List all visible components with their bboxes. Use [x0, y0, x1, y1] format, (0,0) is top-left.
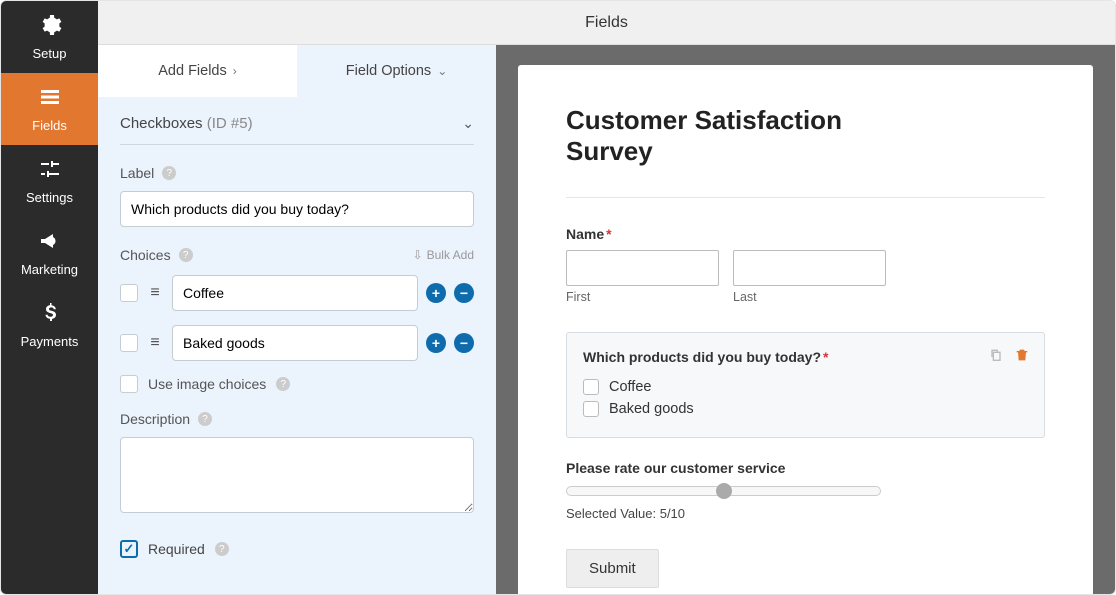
choice-input[interactable] — [172, 325, 418, 361]
rating-value-text: Selected Value: 5/10 — [566, 506, 1045, 521]
help-icon[interactable]: ? — [215, 542, 229, 556]
sidebar-item-label: Marketing — [21, 262, 78, 277]
help-icon[interactable]: ? — [276, 377, 290, 391]
sidebar-item-setup[interactable]: Setup — [1, 1, 98, 73]
sidebar-item-label: Fields — [32, 118, 67, 133]
drag-handle-icon[interactable]: ≡ — [146, 334, 164, 352]
last-name-sublabel: Last — [733, 290, 886, 304]
add-choice-button[interactable]: + — [426, 283, 446, 303]
question-label: Which products did you buy today?* — [583, 349, 1028, 365]
name-field-label: Name* — [566, 226, 1045, 242]
required-checkbox[interactable]: ✓ — [120, 540, 138, 558]
help-icon[interactable]: ? — [179, 248, 193, 262]
choice-row: ≡ + − — [120, 275, 474, 311]
sidebar: Setup Fields Settings Marketing Payments — [1, 1, 98, 594]
field-editor-panel: Add Fields › Field Options ⌄ Checkboxes … — [98, 45, 496, 594]
preview-choice: Coffee — [583, 379, 1028, 395]
sidebar-item-payments[interactable]: Payments — [1, 289, 98, 361]
rating-slider[interactable] — [566, 486, 881, 496]
bullhorn-icon — [38, 229, 62, 256]
choice-row: ≡ + − — [120, 325, 474, 361]
duplicate-icon[interactable] — [988, 347, 1004, 363]
form-preview-container: Customer Satisfaction Survey Name* First… — [496, 45, 1115, 594]
chevron-right-icon: › — [233, 64, 237, 78]
required-star: * — [606, 226, 611, 242]
download-icon: ⇩ — [413, 248, 423, 262]
sidebar-item-marketing[interactable]: Marketing — [1, 217, 98, 289]
label-heading: Label ? — [120, 165, 474, 181]
sidebar-item-label: Settings — [26, 190, 73, 205]
sidebar-item-settings[interactable]: Settings — [1, 145, 98, 217]
label-input[interactable] — [120, 191, 474, 227]
submit-button[interactable]: Submit — [566, 549, 659, 588]
page-title: Fields — [585, 14, 628, 32]
first-name-sublabel: First — [566, 290, 719, 304]
preview-choice: Baked goods — [583, 401, 1028, 417]
dollar-icon — [38, 301, 62, 328]
description-heading: Description ? — [120, 411, 474, 427]
trash-icon[interactable] — [1014, 347, 1030, 363]
rating-label: Please rate our customer service — [566, 460, 1045, 476]
choice-default-checkbox[interactable] — [120, 284, 138, 302]
last-name-input[interactable] — [733, 250, 886, 286]
sidebar-item-label: Setup — [33, 46, 67, 61]
divider — [566, 197, 1045, 198]
topbar: Fields — [98, 1, 1115, 45]
remove-choice-button[interactable]: − — [454, 283, 474, 303]
tab-field-options[interactable]: Field Options ⌄ — [297, 45, 496, 97]
bulk-add-link[interactable]: ⇩ Bulk Add — [413, 248, 474, 262]
form-title: Customer Satisfaction Survey — [566, 105, 886, 167]
sidebar-item-fields[interactable]: Fields — [1, 73, 98, 145]
slider-thumb-icon[interactable] — [716, 483, 732, 499]
sidebar-item-label: Payments — [21, 334, 79, 349]
drag-handle-icon[interactable]: ≡ — [146, 284, 164, 302]
remove-choice-button[interactable]: − — [454, 333, 474, 353]
chevron-down-icon: ⌄ — [437, 64, 447, 78]
description-textarea[interactable] — [120, 437, 474, 513]
gear-icon — [38, 13, 62, 40]
preview-checkbox[interactable] — [583, 379, 599, 395]
use-image-choices-row: Use image choices ? — [120, 375, 474, 393]
use-image-choices-checkbox[interactable] — [120, 375, 138, 393]
add-choice-button[interactable]: + — [426, 333, 446, 353]
sliders-icon — [38, 157, 62, 184]
choice-default-checkbox[interactable] — [120, 334, 138, 352]
form-preview: Customer Satisfaction Survey Name* First… — [518, 65, 1093, 594]
required-star: * — [823, 349, 828, 365]
field-type-heading: Checkboxes (ID #5) — [120, 115, 253, 132]
preview-checkbox[interactable] — [583, 401, 599, 417]
list-icon — [38, 85, 62, 112]
help-icon[interactable]: ? — [162, 166, 176, 180]
help-icon[interactable]: ? — [198, 412, 212, 426]
choice-input[interactable] — [172, 275, 418, 311]
choices-heading: Choices ? — [120, 247, 193, 263]
required-row: ✓ Required ? — [120, 540, 474, 558]
selected-field-block[interactable]: Which products did you buy today?* Coffe… — [566, 332, 1045, 438]
tab-add-fields[interactable]: Add Fields › — [98, 45, 297, 97]
first-name-input[interactable] — [566, 250, 719, 286]
collapse-toggle-icon[interactable]: ⌄ — [462, 115, 474, 132]
